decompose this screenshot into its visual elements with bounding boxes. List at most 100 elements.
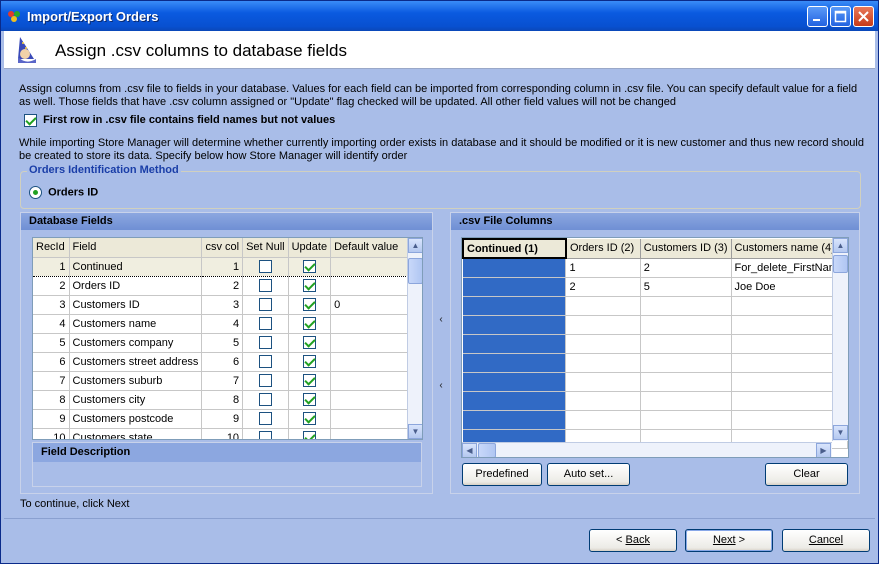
table-cell[interactable] [463,277,567,297]
table-cell[interactable]: Orders ID [69,276,203,296]
table-cell[interactable] [242,276,289,296]
table-cell[interactable]: 2 [565,277,641,297]
csv-column-header[interactable]: Orders ID (2) [565,239,641,259]
cancel-button[interactable]: Cancel [782,529,870,552]
next-button[interactable]: Next > [685,529,773,552]
table-row[interactable]: 8 Customers city 8 [33,390,422,410]
table-cell[interactable] [288,333,332,353]
table-cell[interactable] [463,372,567,392]
csv-column-header[interactable]: Customers name (4) [731,239,848,259]
table-row[interactable]: 6 Customers street address 6 [33,352,422,372]
table-cell[interactable] [242,390,289,410]
db-column-header[interactable]: Set Null [242,238,289,258]
scroll-thumb[interactable] [408,258,422,284]
close-button[interactable] [853,6,874,27]
database-fields-grid[interactable]: RecId Field csv col Set Null Update Default v… [32,237,423,440]
table-cell[interactable] [640,315,732,335]
table-cell[interactable] [565,410,641,430]
set-null-checkbox[interactable] [258,355,272,368]
set-null-checkbox[interactable] [258,336,272,349]
table-row[interactable]: 2 Orders ID 2 [33,276,422,296]
table-cell[interactable]: 2 [640,258,732,278]
update-checkbox[interactable] [302,412,316,425]
table-cell[interactable] [463,334,567,354]
table-cell[interactable]: 4 [33,314,70,334]
table-cell[interactable]: For_delete_FirstName [731,258,848,278]
scroll-up-icon[interactable]: ▲ [408,238,422,253]
table-cell[interactable] [288,352,332,372]
table-cell[interactable]: 7 [201,371,244,391]
predefined-button[interactable]: Predefined [462,463,542,486]
update-checkbox[interactable] [302,317,316,330]
table-cell[interactable]: Customers company [69,333,203,353]
table-cell[interactable]: 7 [33,371,70,391]
table-row[interactable]: 10 Customers state 10 [33,428,422,439]
set-null-checkbox[interactable] [258,412,272,425]
table-cell[interactable] [565,353,641,373]
table-row[interactable]: 1 2 For_delete_FirstName [463,258,848,278]
table-cell[interactable] [242,428,289,439]
table-cell[interactable]: 1 [201,256,244,277]
set-null-checkbox[interactable] [258,279,272,292]
table-cell[interactable] [463,296,567,316]
first-row-names-checkbox[interactable]: First row in .csv file contains field na… [24,114,335,127]
update-checkbox[interactable] [302,393,316,406]
table-cell[interactable] [640,296,732,316]
table-cell[interactable] [731,353,848,373]
table-cell[interactable]: 4 [201,314,244,334]
table-cell[interactable]: 1 [33,256,70,277]
panel-splitter[interactable]: ‹ ‹ [435,308,447,398]
set-null-checkbox[interactable] [258,374,272,387]
table-row[interactable] [463,334,848,354]
table-cell[interactable]: 6 [33,352,70,372]
scroll-thumb[interactable] [833,255,848,273]
splitter-left-arrow-icon[interactable]: ‹ [437,314,445,326]
title-bar[interactable]: Import/Export Orders [1,1,878,31]
table-row[interactable] [463,391,848,411]
auto-set-button[interactable]: Auto set... [547,463,630,486]
table-cell[interactable]: 5 [201,333,244,353]
checkbox-checked-icon[interactable] [24,114,37,127]
table-cell[interactable]: 5 [33,333,70,353]
scroll-right-icon[interactable]: ▶ [816,443,831,457]
table-row[interactable]: 5 Customers company 5 [33,333,422,353]
table-cell[interactable]: Customers suburb [69,371,203,391]
table-cell[interactable]: 10 [201,428,244,439]
table-cell[interactable] [731,334,848,354]
table-cell[interactable] [288,276,332,296]
table-cell[interactable] [731,391,848,411]
update-checkbox[interactable] [302,431,316,439]
table-cell[interactable]: Customers postcode [69,409,203,429]
table-cell[interactable] [731,372,848,392]
table-cell[interactable]: 6 [201,352,244,372]
clear-button[interactable]: Clear [765,463,848,486]
set-null-checkbox[interactable] [258,431,272,439]
splitter-left-arrow-icon-2[interactable]: ‹ [437,380,445,392]
database-fields-scrollbar[interactable]: ▲ ▼ [407,238,422,439]
table-cell[interactable] [288,371,332,391]
table-row[interactable]: 3 Customers ID 3 0 [33,295,422,315]
table-cell[interactable]: Joe Doe [731,277,848,297]
table-cell[interactable] [242,256,289,277]
db-column-header[interactable]: csv col [201,238,244,258]
table-cell[interactable] [731,296,848,316]
table-cell[interactable]: Continued [69,256,203,277]
table-cell[interactable]: 8 [201,390,244,410]
table-cell[interactable] [463,410,567,430]
set-null-checkbox[interactable] [258,260,272,273]
update-checkbox[interactable] [302,336,316,349]
table-row[interactable] [463,353,848,373]
csv-column-header[interactable]: Customers ID (3) [640,239,732,259]
table-cell[interactable] [242,314,289,334]
set-null-checkbox[interactable] [258,393,272,406]
maximize-button[interactable] [830,6,851,27]
table-cell[interactable] [640,334,732,354]
table-cell[interactable]: 3 [201,295,244,315]
back-button[interactable]: < Back [589,529,677,552]
table-cell[interactable] [288,314,332,334]
table-cell[interactable] [288,295,332,315]
table-row[interactable]: 4 Customers name 4 [33,314,422,334]
table-cell[interactable]: Customers name [69,314,203,334]
table-cell[interactable] [242,409,289,429]
table-cell[interactable] [565,296,641,316]
